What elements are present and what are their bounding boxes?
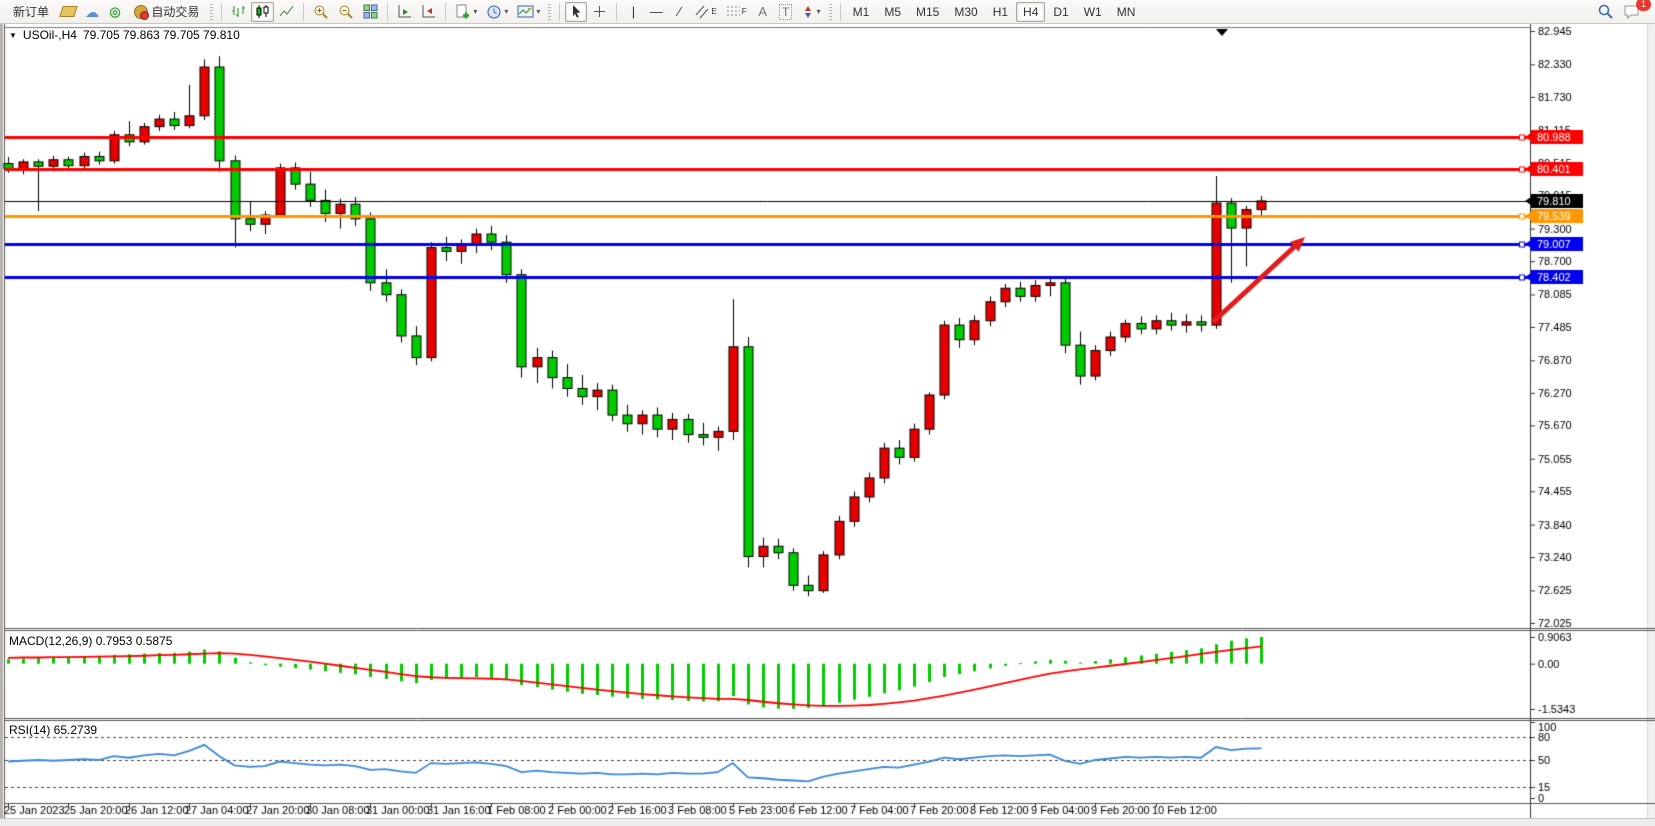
status-bar [0, 818, 1655, 826]
label-icon: T [779, 4, 792, 20]
toolbar: 新订单 ☁ ◎ 自动交易 [0, 0, 1655, 24]
zoom-in-button[interactable] [309, 2, 333, 22]
timeframe-h4[interactable]: H4 [1016, 2, 1045, 22]
market-watch-button[interactable]: ☁ [81, 2, 103, 22]
cloud-icon: ☁ [85, 5, 99, 19]
rsi-indicator-label: RSI(14) 65.2739 [9, 723, 97, 737]
horizontal-line-tool-button[interactable]: — [645, 2, 667, 22]
signal-icon: ◎ [109, 4, 120, 20]
chevron-down-icon: ▾ [536, 7, 540, 16]
cursor-icon [570, 4, 583, 19]
chart-shift-button[interactable] [417, 2, 440, 22]
templates-button[interactable]: ▾ [513, 2, 544, 22]
charts-window-button[interactable] [57, 2, 80, 22]
chart-shift-icon [421, 4, 436, 19]
timeframe-m15[interactable]: M15 [909, 2, 946, 22]
zoom-in-icon [313, 4, 329, 20]
label-tool-button[interactable]: T [775, 2, 797, 22]
mt4-terminal: 新订单 ☁ ◎ 自动交易 [0, 0, 1655, 826]
auto-scroll-icon [397, 4, 412, 19]
crosshair-tool-button[interactable] [588, 2, 611, 22]
candlestick-chart-icon [255, 4, 270, 19]
trendline-icon: ∕ [678, 5, 680, 18]
autotrading-button[interactable]: 自动交易 [127, 2, 206, 22]
symbol-dropdown-icon[interactable]: ▼ [9, 31, 17, 40]
new-order-button[interactable]: 新订单 [6, 2, 56, 22]
autotrading-icon [134, 5, 148, 19]
periods-button[interactable]: ▾ [482, 2, 512, 22]
bar-chart-icon [231, 4, 246, 19]
tile-windows-icon [363, 4, 378, 19]
search-icon [1597, 3, 1614, 20]
timeframe-h1[interactable]: H1 [986, 2, 1015, 22]
fibonacci-icon [726, 4, 742, 19]
crosshair-icon [592, 4, 607, 19]
indicators-button[interactable]: ▾ [451, 2, 481, 22]
bar-chart-button[interactable] [227, 2, 250, 22]
line-chart-icon [279, 4, 294, 19]
arrows-icon [802, 5, 815, 19]
add-indicator-icon [455, 4, 471, 20]
text-tool-button[interactable]: A [752, 2, 774, 22]
chat-badge: 1 [1636, 0, 1651, 11]
zoom-out-icon [338, 4, 354, 20]
toolbar-drag-handle[interactable] [829, 4, 832, 20]
candlestick-chart-button[interactable] [251, 2, 274, 22]
timeframe-m5[interactable]: M5 [877, 2, 908, 22]
line-chart-button[interactable] [275, 2, 298, 22]
toolbar-drag-handle[interactable] [210, 4, 213, 20]
timeframe-w1[interactable]: W1 [1077, 2, 1109, 22]
chevron-down-icon: ▾ [504, 7, 508, 16]
clock-icon [486, 4, 502, 20]
trendline-tool-button[interactable]: ∕ [668, 2, 690, 22]
community-button[interactable]: ◎ [104, 2, 126, 22]
gold-ticket-icon [59, 6, 78, 17]
fibonacci-tool-button[interactable]: F [722, 2, 751, 22]
timeframe-d1[interactable]: D1 [1046, 2, 1075, 22]
toolbar-drag-handle[interactable] [548, 4, 551, 20]
search-button[interactable] [1593, 2, 1618, 22]
template-icon [517, 4, 534, 19]
auto-scroll-button[interactable] [393, 2, 416, 22]
chevron-down-icon: ▾ [817, 7, 821, 16]
arrows-tool-button[interactable]: ▾ [798, 2, 825, 22]
timeframe-m30[interactable]: M30 [947, 2, 984, 22]
channel-tool-button[interactable]: E [691, 2, 720, 22]
vertical-line-icon: | [632, 5, 635, 18]
chart-title: ▼ USOil-,H4 79.705 79.863 79.705 79.810 [9, 28, 240, 42]
zoom-out-button[interactable] [334, 2, 358, 22]
timeframe-m1[interactable]: M1 [846, 2, 877, 22]
chevron-down-icon: ▾ [473, 7, 477, 16]
price-chart-canvas[interactable] [0, 0, 1655, 826]
vertical-line-tool-button[interactable]: | [622, 2, 644, 22]
horizontal-line-icon: — [650, 5, 663, 18]
symbol-period-label: USOil-,H4 [23, 28, 77, 42]
macd-indicator-label: MACD(12,26,9) 0.7953 0.5875 [9, 634, 172, 648]
ohlc-readout: 79.705 79.863 79.705 79.810 [83, 28, 240, 42]
text-icon: A [758, 4, 767, 19]
cursor-tool-button[interactable] [565, 2, 587, 22]
tile-windows-button[interactable] [359, 2, 382, 22]
equidistant-channel-icon [695, 4, 711, 19]
timeframe-mn[interactable]: MN [1110, 2, 1143, 22]
chat-button[interactable]: 1 [1619, 2, 1645, 22]
